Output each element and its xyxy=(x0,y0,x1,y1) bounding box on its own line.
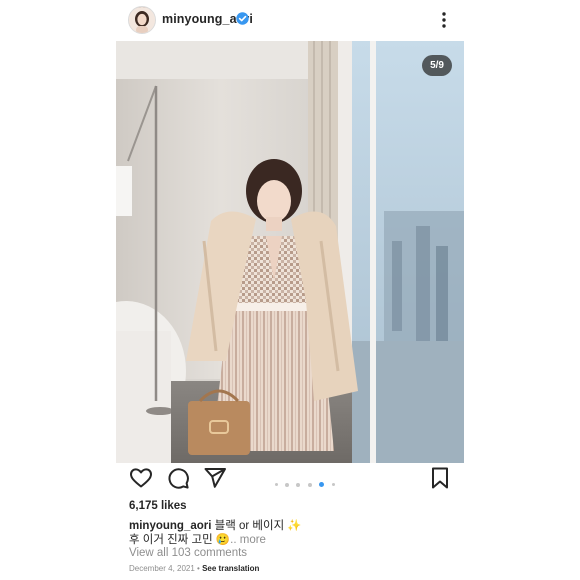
bookmark-icon[interactable] xyxy=(428,466,452,490)
send-icon[interactable] xyxy=(203,466,227,490)
post-date: December 4, 2021 xyxy=(129,564,195,573)
likes-count[interactable]: 6,175 likes xyxy=(129,500,187,512)
post-header: minyoung_aori xyxy=(0,0,580,40)
comment-icon[interactable] xyxy=(166,466,190,490)
see-translation-link[interactable]: See translation xyxy=(202,564,259,573)
carousel-dots xyxy=(273,476,336,488)
instagram-post: minyoung_aori 5/9 6,175 likes minyoung_a… xyxy=(0,0,580,580)
photo-image xyxy=(116,41,464,463)
view-comments-link[interactable]: View all 103 comments xyxy=(129,547,247,559)
carousel-dot xyxy=(284,482,289,487)
heart-icon[interactable] xyxy=(129,466,153,490)
separator: • xyxy=(194,564,203,573)
caption-line-2: 후 이거 진짜 고민 🥲.. more xyxy=(129,531,266,547)
carousel-dot xyxy=(274,483,278,487)
post-date-line: December 4, 2021 • See translation xyxy=(129,564,259,573)
avatar[interactable] xyxy=(128,6,156,34)
carousel-dot xyxy=(307,482,312,487)
avatar-image xyxy=(129,7,155,33)
verified-badge-icon xyxy=(236,12,249,25)
carousel-counter: 5/9 xyxy=(422,55,452,76)
post-photo[interactable]: 5/9 xyxy=(116,41,464,463)
more-link[interactable]: .. more xyxy=(230,534,266,546)
more-vertical-icon[interactable] xyxy=(437,10,451,30)
caption-text-2: 후 이거 진짜 고민 🥲 xyxy=(129,534,231,546)
